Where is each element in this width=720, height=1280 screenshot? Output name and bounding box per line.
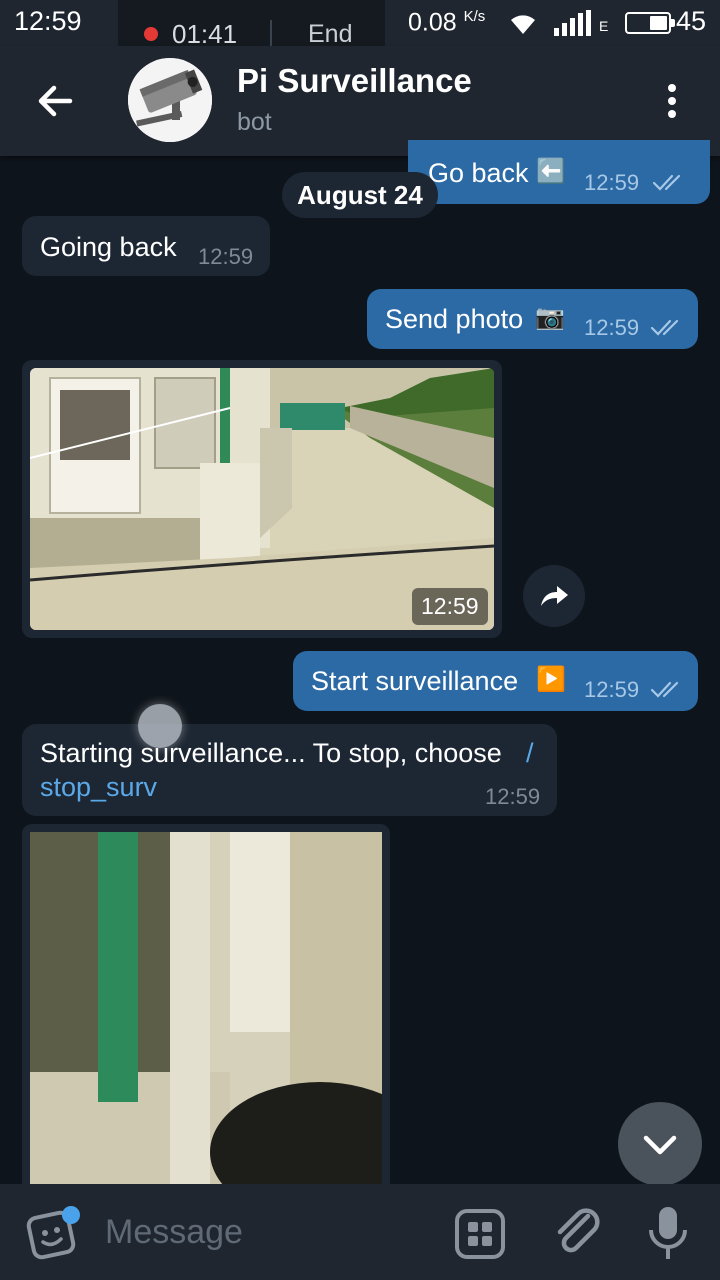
message-bubble-incoming[interactable]: Going back 12:59	[22, 216, 270, 276]
message-bubble-outgoing[interactable]: Send photo 📷 12:59	[367, 289, 698, 349]
paperclip-icon[interactable]	[552, 1204, 602, 1260]
avatar[interactable]	[128, 58, 212, 142]
message-text: Start surveillance	[311, 666, 519, 696]
status-bar: 12:59 01:41 End 0.08 K/s E 45	[0, 0, 720, 66]
camera-emoji-icon: 📷	[535, 304, 565, 331]
message-input-bar	[0, 1184, 720, 1280]
back-arrow-emoji-icon: ⬅️	[536, 158, 566, 185]
message-bubble-outgoing[interactable]: Start surveillance ▶️ 12:59	[293, 651, 698, 711]
status-time: 12:59	[14, 6, 82, 36]
photo-time: 12:59	[412, 588, 488, 625]
network-speed-unit: K/s	[463, 8, 486, 25]
battery-level: 45	[676, 6, 707, 36]
signal-icon	[554, 10, 591, 36]
message-bubble-incoming[interactable]: Starting surveillance... To stop, choose…	[22, 724, 557, 816]
message-time: 12:59	[584, 677, 640, 702]
message-time: 12:59	[198, 244, 254, 269]
message-text: Starting surveillance... To stop, choose	[40, 738, 502, 768]
bot-keyboard-icon[interactable]	[454, 1208, 506, 1260]
play-emoji-icon: ▶️	[536, 666, 566, 693]
chat-subtitle: bot	[237, 108, 272, 136]
message-bubble-outgoing[interactable]: Go back ⬅️ 12:59	[408, 140, 710, 204]
photo-message[interactable]	[22, 824, 390, 1184]
message-text: Go back	[428, 158, 529, 188]
share-arrow-icon[interactable]	[523, 565, 585, 627]
message-text: Going back	[40, 232, 177, 262]
command-link-part2[interactable]: stop_surv	[40, 772, 157, 803]
read-ticks-icon	[652, 174, 681, 191]
touch-indicator	[138, 704, 182, 748]
battery-icon	[625, 12, 675, 34]
message-time: 12:59	[584, 170, 640, 195]
network-speed-value: 0.08	[408, 8, 457, 37]
surveillance-photo[interactable]	[30, 832, 382, 1184]
dot	[668, 84, 676, 92]
scroll-to-bottom-button[interactable]	[618, 1102, 702, 1186]
wifi-icon	[511, 15, 535, 34]
cctv-camera-icon	[128, 58, 212, 142]
notification-badge	[62, 1206, 80, 1224]
message-text: Send photo	[385, 304, 524, 334]
photo-message[interactable]: 12:59	[22, 360, 502, 638]
back-arrow-icon[interactable]	[30, 76, 80, 126]
date-separator: August 24	[282, 172, 438, 218]
microphone-icon[interactable]	[646, 1204, 690, 1262]
network-speed: 0.08 K/s	[408, 8, 485, 37]
chevron-down-icon	[643, 1135, 677, 1155]
message-time: 12:59	[485, 784, 541, 809]
dot	[668, 97, 676, 105]
message-time: 12:59	[584, 315, 640, 340]
recording-dot-icon	[144, 27, 158, 41]
divider	[270, 20, 272, 46]
command-link-part1[interactable]: /	[526, 738, 534, 769]
network-type: E	[599, 18, 609, 34]
dot	[668, 110, 676, 118]
read-ticks-icon	[650, 681, 679, 698]
end-call-button[interactable]: End	[308, 20, 352, 49]
message-input[interactable]	[105, 1210, 425, 1254]
read-ticks-icon	[650, 319, 679, 336]
more-menu-button[interactable]	[654, 76, 690, 126]
chat-title[interactable]: Pi Surveillance	[237, 62, 472, 100]
